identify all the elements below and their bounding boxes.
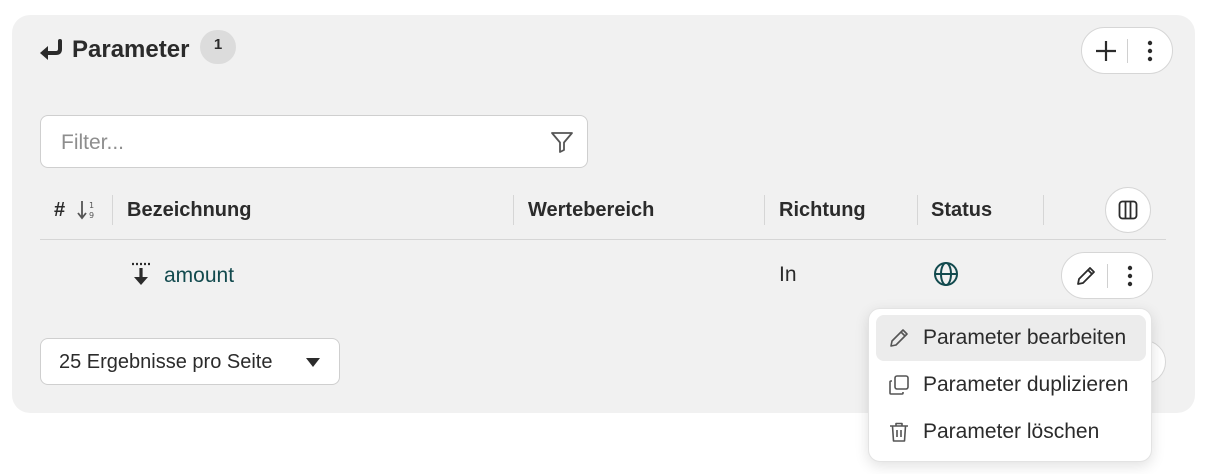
row-more-options-button[interactable] bbox=[1114, 253, 1146, 298]
svg-text:9: 9 bbox=[89, 211, 94, 220]
more-options-button[interactable] bbox=[1134, 28, 1166, 73]
table-header-divider bbox=[40, 239, 1166, 240]
menu-item-edit[interactable]: Parameter bearbeiten bbox=[876, 315, 1146, 361]
count-badge: 1 bbox=[200, 30, 236, 64]
column-header-direction[interactable]: Richtung bbox=[779, 196, 866, 224]
copy-icon bbox=[889, 375, 909, 395]
row-actions bbox=[1061, 252, 1153, 299]
column-header-name[interactable]: Bezeichnung bbox=[127, 196, 251, 224]
caret-down-icon bbox=[306, 358, 320, 367]
menu-item-label: Parameter löschen bbox=[923, 420, 1100, 443]
results-per-page-select[interactable]: 25 Ergebnisse pro Seite bbox=[40, 338, 340, 385]
pencil-icon bbox=[890, 329, 908, 347]
header-actions bbox=[1081, 27, 1173, 74]
pencil-icon bbox=[1077, 266, 1095, 285]
parameter-direction: In bbox=[779, 263, 797, 286]
kebab-menu-icon bbox=[1147, 40, 1153, 61]
columns-icon bbox=[1118, 200, 1138, 220]
filter-field bbox=[40, 115, 588, 168]
add-button[interactable] bbox=[1090, 28, 1122, 73]
results-per-page-label: 25 Ergebnisse pro Seite bbox=[59, 351, 273, 373]
filter-funnel-icon[interactable] bbox=[550, 130, 574, 154]
plus-icon bbox=[1096, 40, 1116, 61]
edit-row-button[interactable] bbox=[1070, 253, 1102, 298]
parameter-name-link[interactable]: amount bbox=[164, 262, 234, 290]
sort-icon[interactable]: 1 9 bbox=[77, 199, 99, 221]
row-context-menu: Parameter bearbeiten Parameter duplizier… bbox=[868, 308, 1152, 462]
globe-icon bbox=[934, 262, 958, 286]
menu-item-label: Parameter bearbeiten bbox=[923, 326, 1127, 349]
menu-item-label: Parameter duplizieren bbox=[923, 373, 1129, 396]
columns-toggle-button[interactable] bbox=[1105, 187, 1151, 233]
filter-input[interactable] bbox=[59, 128, 533, 158]
column-header-index: # bbox=[54, 199, 66, 221]
column-header-status[interactable]: Status bbox=[931, 196, 992, 224]
column-header-range[interactable]: Wertebereich bbox=[528, 196, 654, 224]
kebab-menu-icon bbox=[1127, 265, 1133, 286]
menu-item-delete[interactable]: Parameter löschen bbox=[876, 409, 1146, 455]
page-title: Parameter bbox=[72, 36, 190, 63]
trash-icon bbox=[890, 422, 908, 442]
svg-text:1: 1 bbox=[89, 201, 94, 210]
menu-item-duplicate[interactable]: Parameter duplizieren bbox=[876, 362, 1146, 408]
return-arrow-icon bbox=[40, 39, 62, 60]
input-direction-icon bbox=[132, 262, 150, 285]
